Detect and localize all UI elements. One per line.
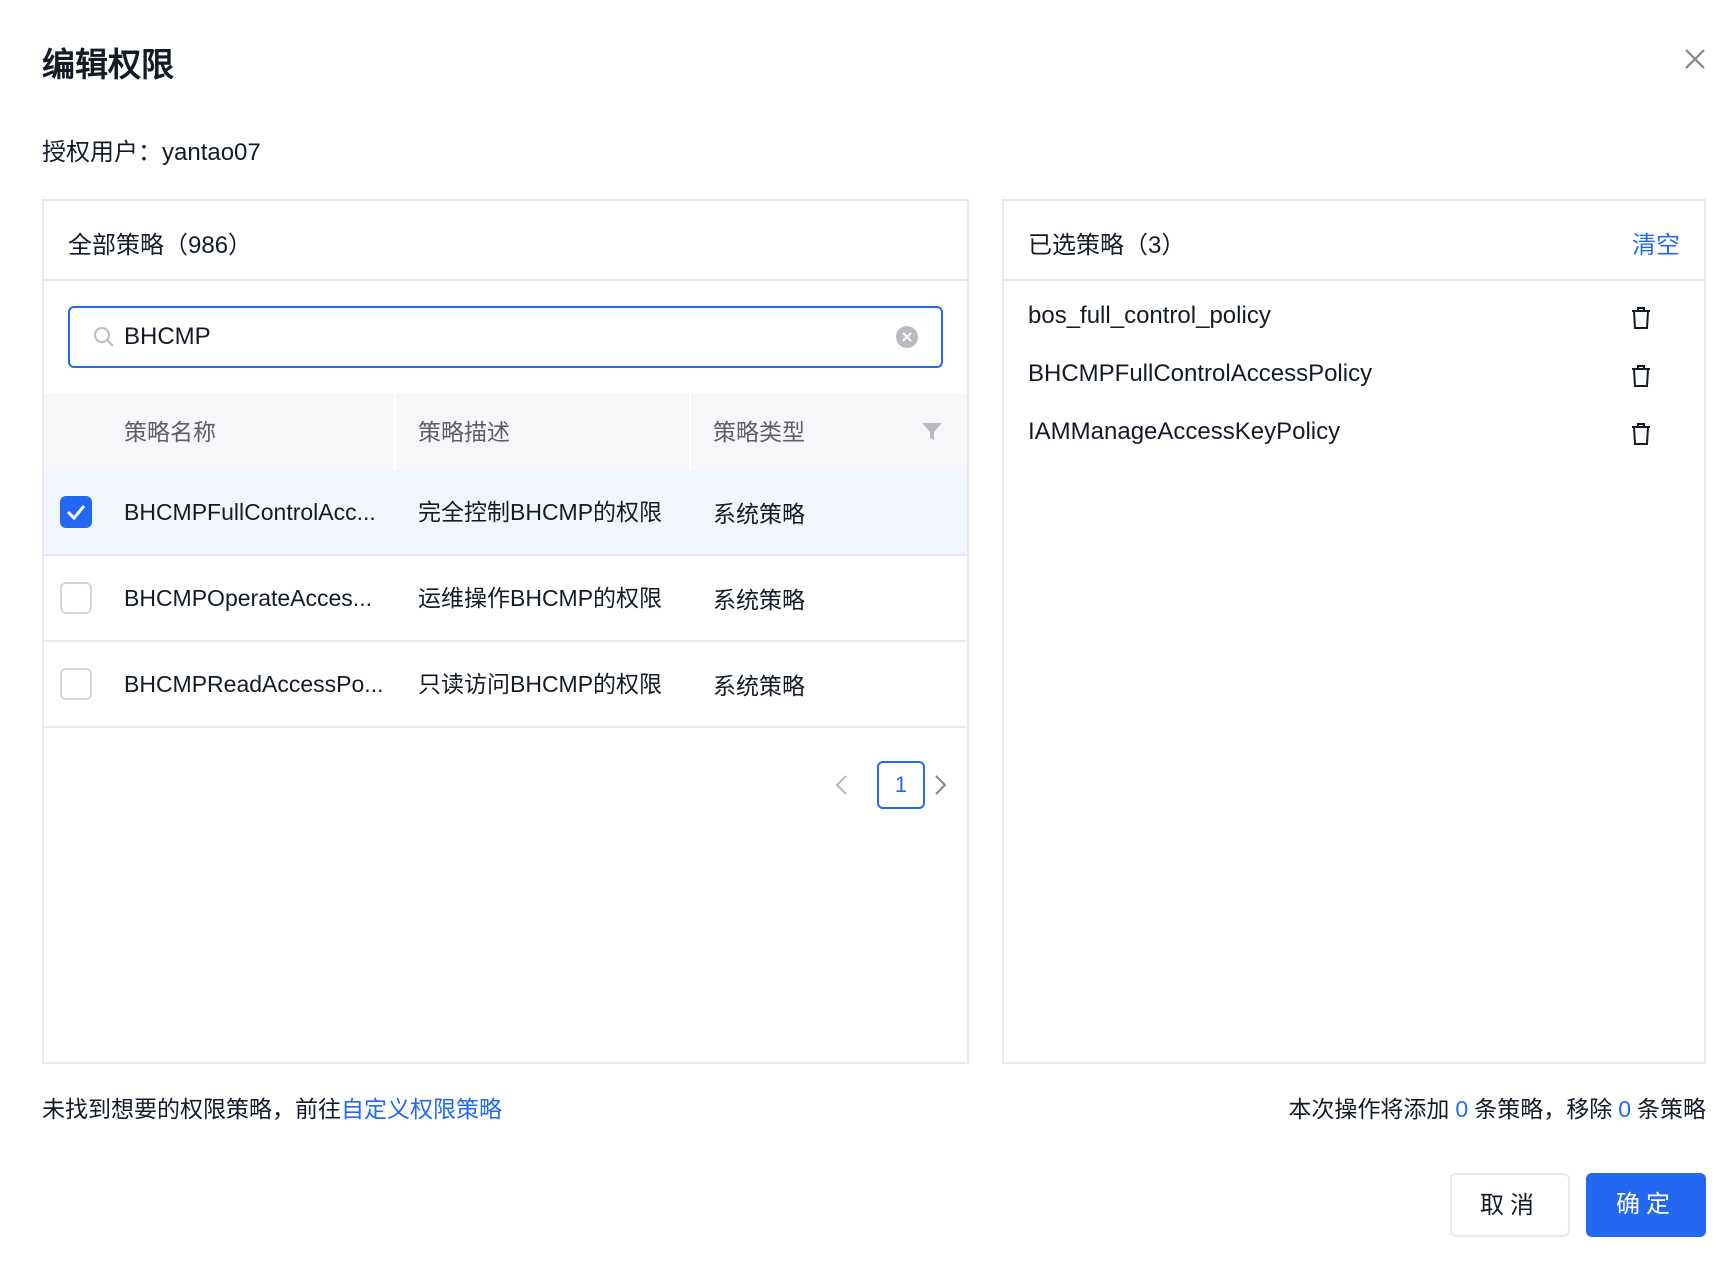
selected-policy-name: IAMManageAccessKeyPolicy xyxy=(1028,418,1341,445)
trash-icon[interactable] xyxy=(1630,364,1652,388)
column-header-type: 策略类型 xyxy=(713,419,805,445)
chevron-left-icon[interactable] xyxy=(832,773,852,797)
row-policy-name: BHCMPOperateAcces... xyxy=(124,585,372,611)
hint-text: 未找到想要的权限策略，前往 xyxy=(42,1096,341,1122)
summary-mid: 条策略，移除 xyxy=(1474,1096,1613,1122)
row-policy-desc: 运维操作BHCMP的权限 xyxy=(418,585,663,611)
row-checkbox[interactable] xyxy=(60,496,92,528)
row-policy-type: 系统策略 xyxy=(713,587,805,613)
table-row[interactable]: BHCMPReadAccessPo... 只读访问BHCMP的权限 系统策略 xyxy=(44,642,967,728)
selected-policy-name: bos_full_control_policy xyxy=(1028,302,1271,329)
filter-icon[interactable] xyxy=(921,422,943,442)
policy-search[interactable] xyxy=(68,306,943,368)
trash-icon[interactable] xyxy=(1630,422,1652,446)
table-row[interactable]: BHCMPOperateAcces... 运维操作BHCMP的权限 系统策略 xyxy=(44,556,967,642)
trash-icon[interactable] xyxy=(1630,306,1652,330)
authorized-user-name: yantao07 xyxy=(162,139,261,166)
custom-policy-hint: 未找到想要的权限策略，前往自定义权限策略 xyxy=(42,1090,502,1124)
selected-policy-item: BHCMPFullControlAccessPolicy xyxy=(1028,356,1684,396)
selected-policy-name: BHCMPFullControlAccessPolicy xyxy=(1028,360,1373,387)
column-header-desc: 策略描述 xyxy=(418,419,510,445)
row-policy-name: BHCMPReadAccessPo... xyxy=(124,671,384,697)
table-row[interactable]: BHCMPFullControlAcc... 完全控制BHCMP的权限 系统策略 xyxy=(44,470,967,556)
clear-search-icon[interactable] xyxy=(895,325,919,349)
change-summary: 本次操作将添加 0 条策略，移除 0 条策略 xyxy=(1288,1090,1706,1124)
row-checkbox[interactable] xyxy=(60,668,92,700)
selected-policy-item: bos_full_control_policy xyxy=(1028,298,1684,338)
page-number-button[interactable]: 1 xyxy=(877,761,925,809)
custom-policy-link[interactable]: 自定义权限策略 xyxy=(341,1096,502,1122)
row-checkbox[interactable] xyxy=(60,582,92,614)
row-policy-name: BHCMPFullControlAcc... xyxy=(124,499,376,525)
summary-suffix: 条策略 xyxy=(1637,1096,1706,1122)
dialog-title: 编辑权限 xyxy=(42,46,174,83)
add-count: 0 xyxy=(1455,1096,1469,1122)
column-header-name: 策略名称 xyxy=(124,419,216,445)
all-policies-header: 全部策略（986） xyxy=(44,201,967,281)
remove-count: 0 xyxy=(1618,1096,1631,1122)
row-policy-type: 系统策略 xyxy=(713,501,805,527)
all-policies-title: 全部策略（986） xyxy=(68,232,253,259)
table-header: 策略名称 策略描述 策略类型 xyxy=(44,394,967,470)
row-policy-desc: 完全控制BHCMP的权限 xyxy=(418,499,663,525)
authorized-user-label: 授权用户： xyxy=(42,139,162,166)
search-input[interactable] xyxy=(124,318,864,356)
selected-policy-item: IAMManageAccessKeyPolicy xyxy=(1028,414,1684,454)
selected-policies-title: 已选策略（3） xyxy=(1028,232,1186,259)
cancel-button[interactable]: 取消 xyxy=(1450,1173,1570,1237)
all-policies-panel: 全部策略（986） 策略名称 策略描述 策略类型 xyxy=(42,199,969,1064)
search-icon xyxy=(94,327,114,347)
summary-prefix: 本次操作将添加 xyxy=(1288,1096,1450,1122)
policy-table: 策略名称 策略描述 策略类型 BHCMPFullControlAcc... 完全… xyxy=(44,394,967,728)
selected-policies-header: 已选策略（3） 清空 xyxy=(1004,201,1704,281)
authorized-user: 授权用户：yantao07 xyxy=(42,132,261,167)
column-divider xyxy=(394,394,396,470)
clear-all-link[interactable]: 清空 xyxy=(1632,225,1680,260)
close-icon[interactable] xyxy=(1678,42,1712,76)
check-icon xyxy=(66,505,86,521)
chevron-right-icon[interactable] xyxy=(930,773,950,797)
pagination: 1 xyxy=(832,761,952,809)
row-policy-desc: 只读访问BHCMP的权限 xyxy=(418,671,663,697)
selected-policies-panel: 已选策略（3） 清空 bos_full_control_policy BHCMP… xyxy=(1002,199,1706,1064)
confirm-button[interactable]: 确定 xyxy=(1586,1173,1706,1237)
column-divider xyxy=(689,394,691,470)
row-policy-type: 系统策略 xyxy=(713,673,805,699)
